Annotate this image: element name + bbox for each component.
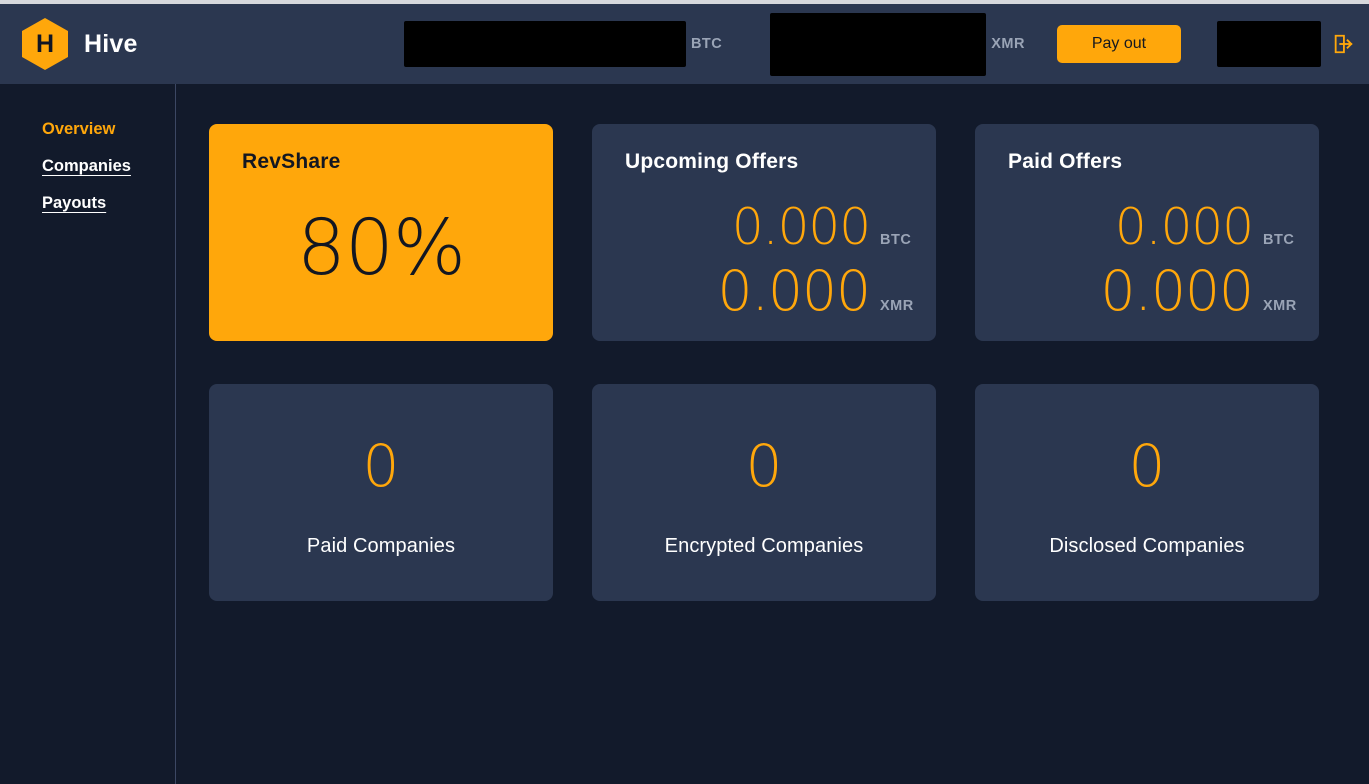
upcoming-offers-xmr-row: 0.000 XMR: [592, 264, 918, 319]
upcoming-offers-btc-unit: BTC: [880, 232, 912, 248]
card-revshare[interactable]: RevShare 80%: [209, 124, 553, 341]
btc-unit-label: BTC: [690, 36, 723, 52]
app-header: H Hive BTC XMR Pay out: [0, 4, 1369, 84]
sidebar-item-payouts[interactable]: Payouts: [42, 194, 106, 213]
brand-name: Hive: [84, 29, 138, 58]
card-disclosed-companies[interactable]: 0 Disclosed Companies: [975, 384, 1319, 601]
card-paid-offers[interactable]: Paid Offers 0.000 BTC 0.000 XMR: [975, 124, 1319, 341]
sidebar-item-overview[interactable]: Overview: [42, 120, 115, 139]
card-paid-companies[interactable]: 0 Paid Companies: [209, 384, 553, 601]
upcoming-offers-btc-value: 0.000: [731, 198, 871, 256]
paid-offers-btc-value: 0.000: [1114, 198, 1254, 256]
dashboard-grid: RevShare 80% Upcoming Offers 0.000 BTC 0…: [209, 124, 1337, 601]
paid-offers-xmr-row: 0.000 XMR: [975, 264, 1301, 319]
disclosed-companies-body: 0 Disclosed Companies: [975, 384, 1319, 601]
encrypted-companies-body: 0 Encrypted Companies: [592, 384, 936, 601]
paid-offers-title: Paid Offers: [1008, 150, 1123, 173]
disclosed-companies-value: 0: [1128, 432, 1166, 500]
brand[interactable]: H Hive: [22, 18, 138, 70]
hexagon-logo-icon: H: [22, 18, 68, 70]
paid-companies-label: Paid Companies: [306, 535, 456, 557]
paid-offers-xmr-value: 0.000: [1100, 259, 1254, 323]
disclosed-companies-label: Disclosed Companies: [1049, 535, 1245, 557]
xmr-amount-group: XMR: [722, 12, 1025, 76]
pay-out-button[interactable]: Pay out: [1057, 25, 1181, 63]
account-name-redacted: [1217, 21, 1321, 67]
revshare-title: RevShare: [242, 150, 341, 173]
upcoming-offers-title: Upcoming Offers: [625, 150, 799, 173]
paid-companies-body: 0 Paid Companies: [209, 384, 553, 601]
encrypted-companies-value: 0: [745, 432, 783, 500]
upcoming-offers-xmr-value: 0.000: [717, 259, 871, 323]
logout-icon[interactable]: [1331, 32, 1355, 56]
upcoming-offers-values: 0.000 BTC 0.000 XMR: [592, 202, 918, 319]
paid-offers-xmr-unit: XMR: [1263, 298, 1297, 314]
encrypted-companies-label: Encrypted Companies: [664, 535, 864, 557]
btc-amount-input[interactable]: [403, 21, 686, 67]
paid-offers-btc-unit: BTC: [1263, 232, 1295, 248]
upcoming-offers-xmr-unit: XMR: [880, 298, 914, 314]
upcoming-offers-btc-row: 0.000 BTC: [592, 202, 918, 252]
card-encrypted-companies[interactable]: 0 Encrypted Companies: [592, 384, 936, 601]
xmr-unit-label: XMR: [991, 36, 1025, 52]
btc-amount-group: BTC: [403, 21, 723, 67]
sidebar: Overview Companies Payouts: [0, 84, 176, 784]
header-controls: BTC XMR Pay out: [403, 4, 1369, 84]
xmr-amount-input[interactable]: [770, 12, 987, 76]
paid-offers-values: 0.000 BTC 0.000 XMR: [975, 202, 1301, 319]
paid-offers-btc-row: 0.000 BTC: [975, 202, 1301, 252]
card-upcoming-offers[interactable]: Upcoming Offers 0.000 BTC 0.000 XMR: [592, 124, 936, 341]
logo-letter: H: [35, 29, 55, 58]
sidebar-item-companies[interactable]: Companies: [42, 157, 131, 176]
revshare-value: 80%: [296, 204, 466, 293]
main-content: RevShare 80% Upcoming Offers 0.000 BTC 0…: [177, 84, 1369, 784]
paid-companies-value: 0: [362, 432, 400, 500]
